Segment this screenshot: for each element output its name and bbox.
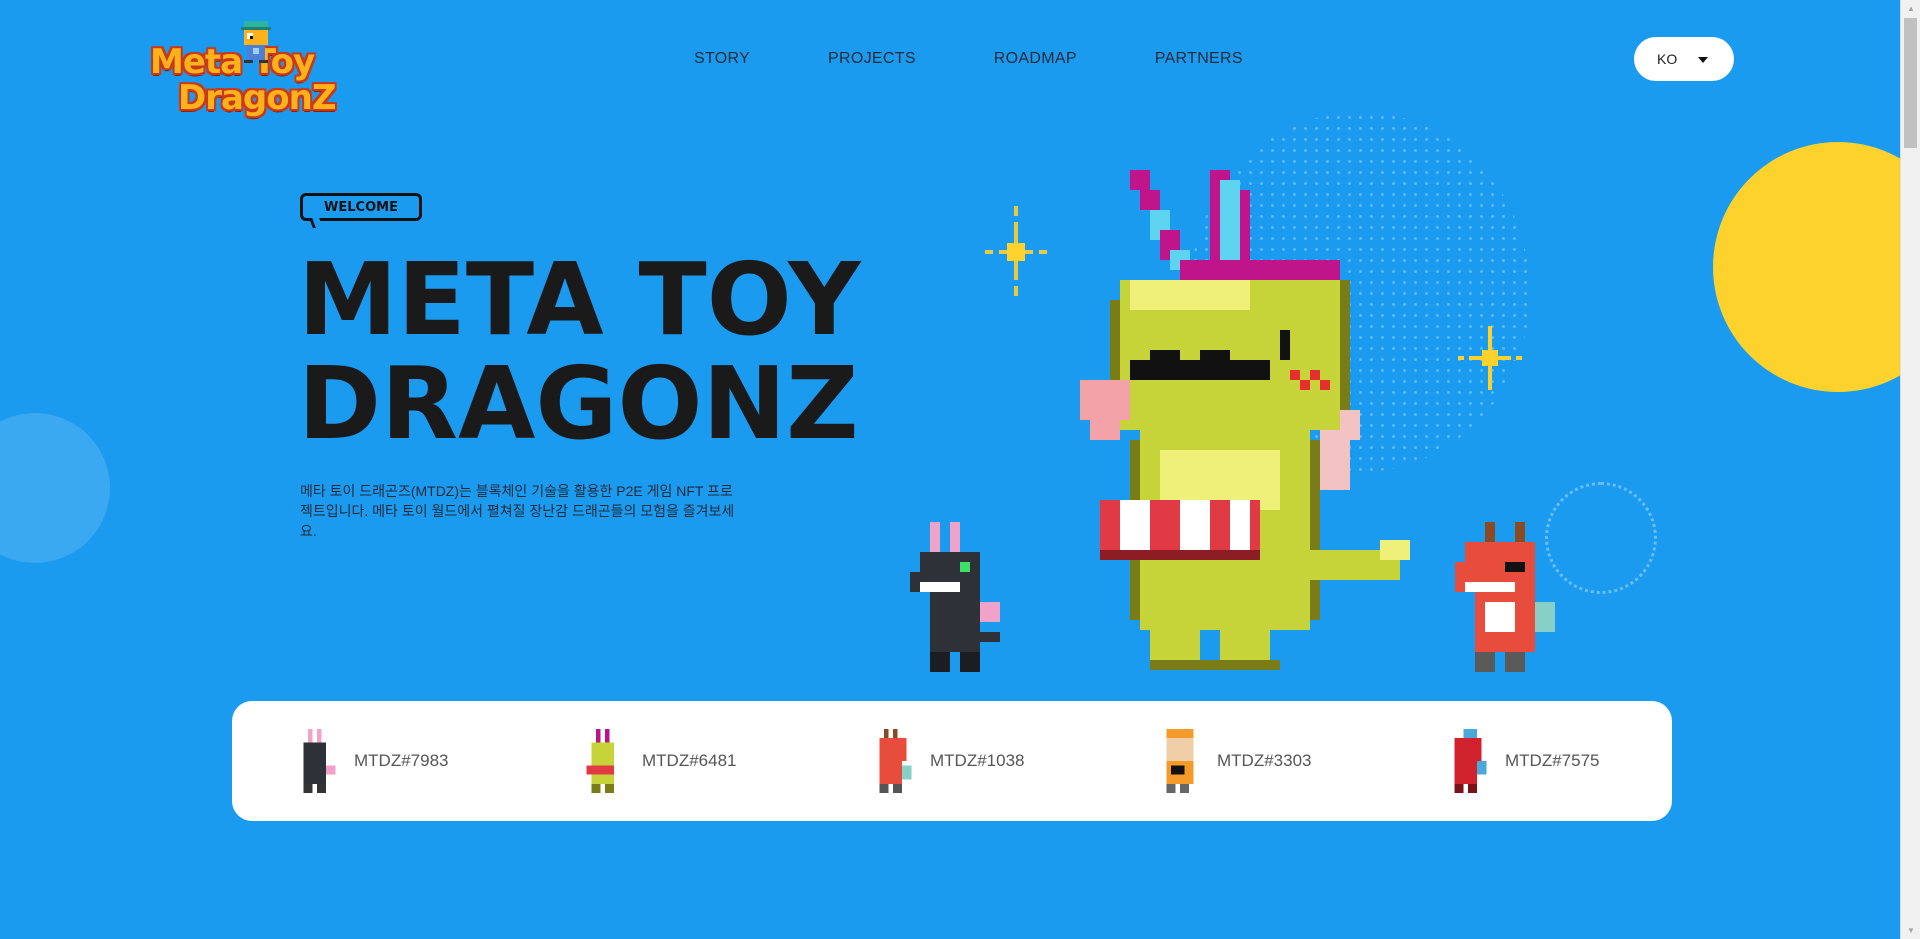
nft-label: MTDZ#7575 — [1505, 751, 1600, 770]
red-dragon-character — [1455, 522, 1555, 672]
main-nav: STORY PROJECTS ROADMAP PARTNERS — [694, 50, 1243, 68]
welcome-badge: WELCOME — [300, 193, 422, 221]
hero-title: META TOY DRAGONZ — [298, 248, 861, 456]
nft-label: MTDZ#6481 — [642, 751, 737, 770]
nft-card[interactable]: MTDZ#3303 — [1157, 729, 1311, 793]
mascot-icon — [241, 21, 271, 63]
yellow-circle-decoration — [1713, 142, 1900, 392]
nft-dragon-thumbnail-icon — [1166, 729, 1194, 793]
nft-showcase-panel: MTDZ#7983 MTDZ#6481 MTDZ#1038 MTDZ#3303 … — [232, 701, 1672, 821]
vertical-scrollbar[interactable]: ▲ ▼ — [1900, 0, 1920, 939]
sparkle-icon — [1458, 326, 1522, 390]
green-dragon-character — [1080, 170, 1410, 670]
nft-label: MTDZ#1038 — [930, 751, 1025, 770]
language-value: KO — [1657, 51, 1678, 67]
logo[interactable]: Meta Toy DragonZ — [150, 20, 345, 120]
black-dragon-character — [910, 522, 1000, 672]
page: Meta Toy DragonZ STORY PROJECTS ROADMAP … — [0, 0, 1900, 939]
scrollbar-thumb[interactable] — [1904, 18, 1917, 148]
nav-roadmap[interactable]: ROADMAP — [994, 50, 1077, 68]
logo-line1: Meta Toy — [150, 42, 315, 82]
nft-dragon-thumbnail-icon — [303, 729, 336, 793]
scroll-down-arrow-icon[interactable]: ▼ — [1901, 922, 1920, 939]
nav-partners[interactable]: PARTNERS — [1155, 50, 1243, 68]
nft-dragon-thumbnail-icon — [1454, 729, 1487, 793]
circle-decoration-left — [0, 413, 110, 563]
scroll-up-arrow-icon[interactable]: ▲ — [1901, 0, 1920, 17]
nft-label: MTDZ#7983 — [354, 751, 449, 770]
logo-line2: DragonZ — [178, 78, 336, 118]
language-select[interactable]: KO — [1634, 37, 1734, 81]
nft-card[interactable]: MTDZ#6481 — [582, 729, 736, 793]
caret-down-icon — [1698, 57, 1708, 63]
nav-story[interactable]: STORY — [694, 50, 750, 68]
nft-card[interactable]: MTDZ#1038 — [870, 729, 1024, 793]
sparkle-icon — [985, 206, 1047, 296]
nft-dragon-thumbnail-icon — [586, 729, 615, 793]
hero-title-line2: DRAGONZ — [298, 345, 859, 462]
nft-card[interactable]: MTDZ#7983 — [294, 729, 448, 793]
nft-dragon-thumbnail-icon — [879, 729, 912, 793]
hero-title-line1: META TOY — [298, 241, 861, 358]
nav-projects[interactable]: PROJECTS — [828, 50, 916, 68]
nft-label: MTDZ#3303 — [1217, 751, 1312, 770]
nft-card[interactable]: MTDZ#7575 — [1445, 729, 1599, 793]
hero-description: 메타 토이 드래곤즈(MTDZ)는 블록체인 기술을 활용한 P2E 게임 NF… — [300, 483, 735, 539]
